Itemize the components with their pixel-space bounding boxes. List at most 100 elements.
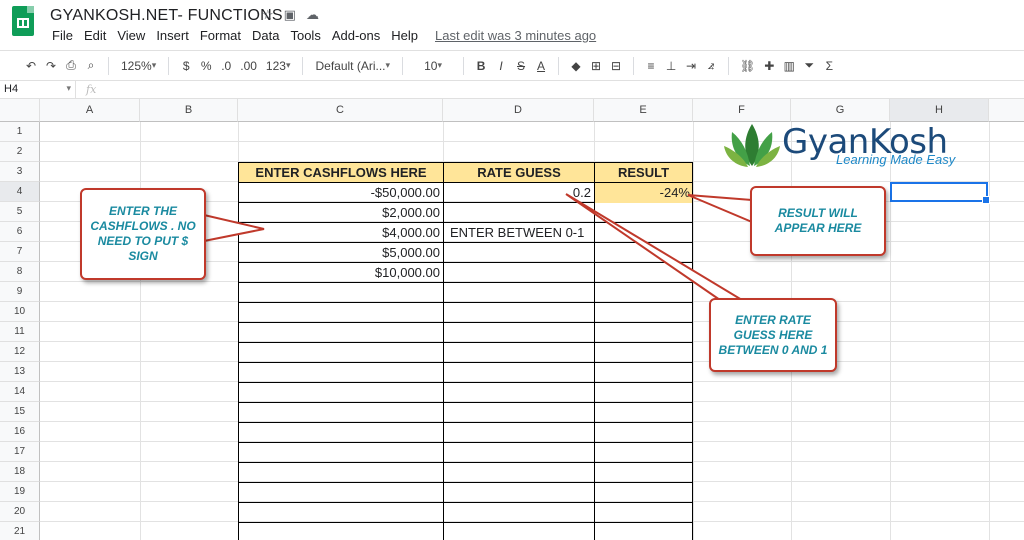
filter-icon[interactable]: ⏷	[800, 55, 818, 77]
header-cashflows[interactable]: ENTER CASHFLOWS HERE	[238, 162, 444, 183]
table-cell[interactable]	[594, 322, 693, 343]
table-cell[interactable]	[443, 422, 595, 443]
table-cell[interactable]	[443, 342, 595, 363]
table-cell[interactable]	[443, 202, 595, 223]
text-color-button[interactable]: A	[532, 55, 550, 77]
percent-format-button[interactable]: %	[197, 55, 215, 77]
table-cell[interactable]	[443, 262, 595, 283]
table-cell[interactable]	[594, 462, 693, 483]
row-header-14[interactable]: 14	[0, 382, 40, 402]
column-header-a[interactable]: A	[40, 99, 140, 122]
sheets-logo-icon[interactable]	[12, 6, 34, 36]
table-cell[interactable]	[443, 242, 595, 263]
font-select[interactable]: Default (Ari...	[311, 55, 394, 77]
table-cell[interactable]	[238, 322, 444, 343]
insert-link-icon[interactable]: ⛓	[737, 55, 758, 77]
row-header-1[interactable]: 1	[0, 122, 40, 142]
currency-format-button[interactable]: $	[177, 55, 195, 77]
table-cell[interactable]	[238, 402, 444, 423]
table-cell[interactable]	[594, 222, 693, 243]
row-header-4[interactable]: 4	[0, 182, 40, 202]
vertical-align-icon[interactable]: ⊥	[662, 55, 680, 77]
column-header-g[interactable]: G	[791, 99, 890, 122]
text-rotate-icon[interactable]: ⦨	[702, 55, 720, 77]
column-header-d[interactable]: D	[443, 99, 594, 122]
row-header-10[interactable]: 10	[0, 302, 40, 322]
table-cell[interactable]	[594, 502, 693, 523]
table-cell[interactable]	[443, 402, 595, 423]
text-wrap-icon[interactable]: ⇥	[682, 55, 700, 77]
table-cell[interactable]	[594, 522, 693, 540]
table-cell[interactable]	[238, 502, 444, 523]
paint-format-icon[interactable]: ⌕	[82, 55, 100, 77]
redo-icon[interactable]: ↷	[42, 55, 60, 77]
cloud-status-icon[interactable]: ☁	[306, 7, 319, 23]
insert-comment-icon[interactable]: ✚	[760, 55, 778, 77]
table-cell[interactable]	[594, 362, 693, 383]
row-header-13[interactable]: 13	[0, 362, 40, 382]
table-cell[interactable]	[238, 382, 444, 403]
header-result[interactable]: RESULT	[594, 162, 693, 183]
table-cell[interactable]	[594, 342, 693, 363]
menu-help[interactable]: Help	[391, 28, 418, 43]
table-cell[interactable]	[443, 462, 595, 483]
column-header-h[interactable]: H	[890, 99, 989, 122]
name-box[interactable]: H4	[0, 81, 76, 99]
row-header-21[interactable]: 21	[0, 522, 40, 540]
table-cell[interactable]	[238, 302, 444, 323]
result-cell[interactable]: -24%	[595, 183, 692, 203]
table-cell[interactable]	[594, 402, 693, 423]
cashflow-cell[interactable]: $2,000.00	[239, 203, 442, 223]
strikethrough-button[interactable]: S	[512, 55, 530, 77]
zoom-select[interactable]: 125%	[117, 55, 160, 77]
row-header-15[interactable]: 15	[0, 402, 40, 422]
more-formats-select[interactable]: 123	[262, 55, 295, 77]
row-header-3[interactable]: 3	[0, 162, 40, 182]
cashflow-cell[interactable]: $10,000.00	[239, 263, 442, 283]
column-header-b[interactable]: B	[140, 99, 238, 122]
table-cell[interactable]	[443, 302, 595, 323]
cashflow-cell[interactable]: -$50,000.00	[239, 183, 442, 203]
table-cell[interactable]	[238, 522, 444, 540]
horizontal-align-icon[interactable]: ≡	[642, 55, 660, 77]
merge-cells-icon[interactable]: ⊟	[607, 55, 625, 77]
select-all-corner[interactable]	[0, 99, 40, 122]
move-folder-icon[interactable]: ▣	[284, 7, 296, 23]
column-header-e[interactable]: E	[594, 99, 693, 122]
table-cell[interactable]	[238, 462, 444, 483]
selected-cell-h4[interactable]	[890, 182, 990, 204]
menu-data[interactable]: Data	[252, 28, 279, 43]
column-header-c[interactable]: C	[238, 99, 443, 122]
row-header-11[interactable]: 11	[0, 322, 40, 342]
menu-format[interactable]: Format	[200, 28, 241, 43]
table-cell[interactable]	[238, 442, 444, 463]
table-cell[interactable]	[594, 242, 693, 263]
menu-tools[interactable]: Tools	[290, 28, 320, 43]
font-size-select[interactable]: 10	[411, 55, 455, 77]
last-edit-link[interactable]: Last edit was 3 minutes ago	[435, 28, 596, 43]
table-cell[interactable]	[443, 522, 595, 540]
table-cell[interactable]	[238, 482, 444, 503]
insert-chart-icon[interactable]: ▥	[780, 55, 798, 77]
fill-color-icon[interactable]: ◆	[567, 55, 585, 77]
document-title[interactable]: GYANKOSH.NET- FUNCTIONS	[50, 7, 283, 25]
bold-button[interactable]: B	[472, 55, 490, 77]
table-cell[interactable]	[443, 382, 595, 403]
row-header-2[interactable]: 2	[0, 142, 40, 162]
table-cell[interactable]	[594, 262, 693, 283]
row-header-5[interactable]: 5	[0, 202, 40, 222]
table-cell[interactable]	[594, 282, 693, 303]
table-cell[interactable]	[594, 422, 693, 443]
row-header-9[interactable]: 9	[0, 282, 40, 302]
table-cell[interactable]	[443, 482, 595, 503]
menu-edit[interactable]: Edit	[84, 28, 106, 43]
row-header-6[interactable]: 6	[0, 222, 40, 242]
table-cell[interactable]	[238, 422, 444, 443]
table-cell[interactable]	[443, 502, 595, 523]
row-header-18[interactable]: 18	[0, 462, 40, 482]
row-header-17[interactable]: 17	[0, 442, 40, 462]
italic-button[interactable]: I	[492, 55, 510, 77]
cashflow-cell[interactable]: $4,000.00	[239, 223, 442, 243]
star-icon[interactable]: ☆	[262, 7, 274, 23]
row-header-16[interactable]: 16	[0, 422, 40, 442]
